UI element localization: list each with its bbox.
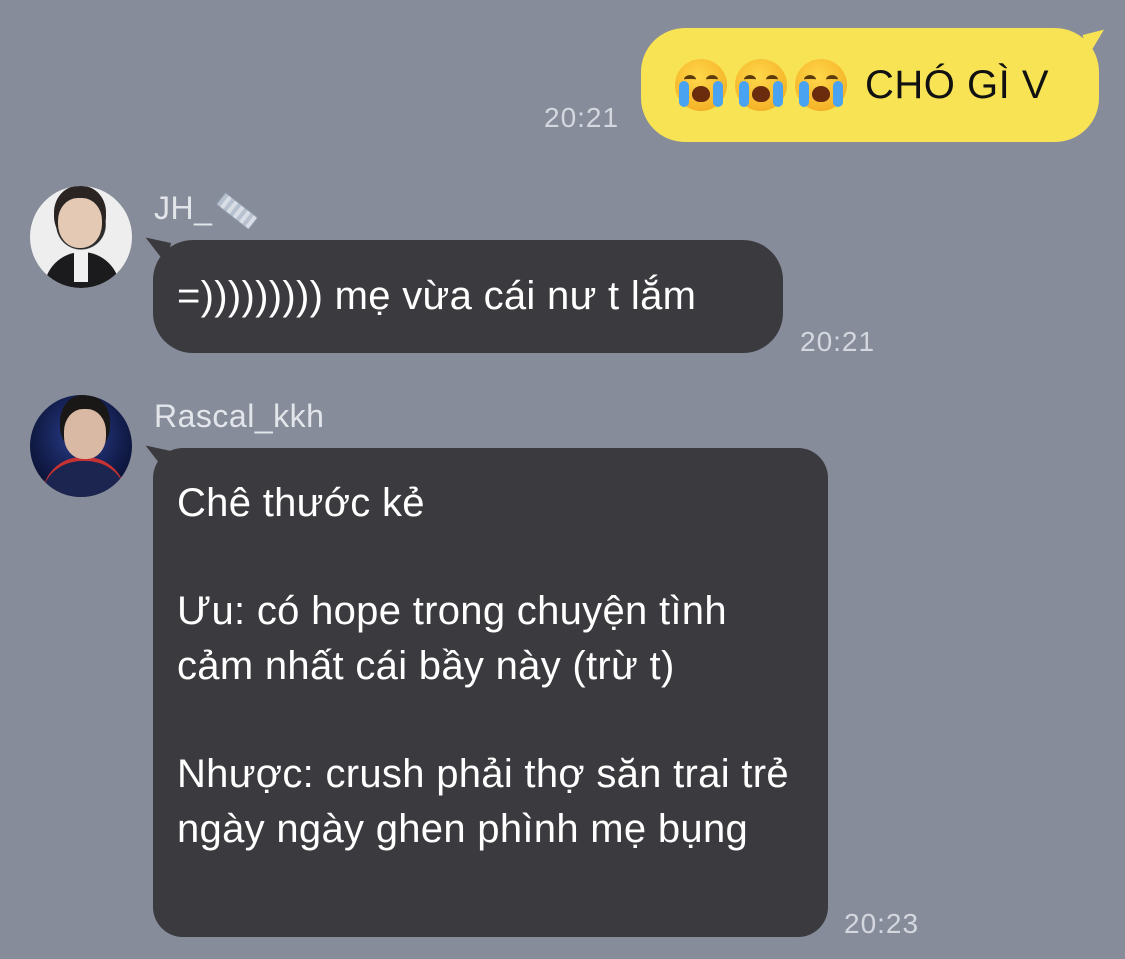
message-paragraph: Chê thước kẻ [177,481,425,525]
chat-view: CHÓ GÌ V 20:21 JH_ =))))))))) mẹ vừa cái… [0,0,1125,959]
bubble-tail [140,237,172,265]
message-timestamp: 20:23 [844,908,920,939]
message-paragraph: Ưu: có hope trong chuyện tình cảm nhất c… [177,589,727,688]
crying-face-icon [735,59,787,111]
ruler-icon [215,191,259,230]
avatar[interactable] [30,395,132,497]
outgoing-message-text: CHÓ GÌ V [865,62,1050,107]
crying-face-icon [675,59,727,111]
sender-name: Rascal_kkh [154,398,325,434]
incoming-message-bubble[interactable]: =))))))))) mẹ vừa cái nư t lắm [140,237,783,353]
sender-name-text: JH_ [154,190,213,226]
outgoing-message-bubble[interactable]: CHÓ GÌ V [641,28,1110,142]
incoming-message-bubble[interactable]: Chê thước kẻ Ưu: có hope trong chuyện tì… [140,445,828,937]
crying-face-icon [795,59,847,111]
bubble-tail [140,445,172,473]
message-timestamp: 20:21 [544,102,620,133]
avatar[interactable] [30,186,132,288]
sender-name: JH_ [154,190,259,230]
incoming-message-text: =))))))))) mẹ vừa cái nư t lắm [177,274,697,318]
emoji-group [675,59,847,111]
message-paragraph: Nhược: crush phải thợ săn trai trẻ ngày … [177,752,789,851]
message-timestamp: 20:21 [800,326,876,357]
bubble-tail [1082,29,1110,57]
